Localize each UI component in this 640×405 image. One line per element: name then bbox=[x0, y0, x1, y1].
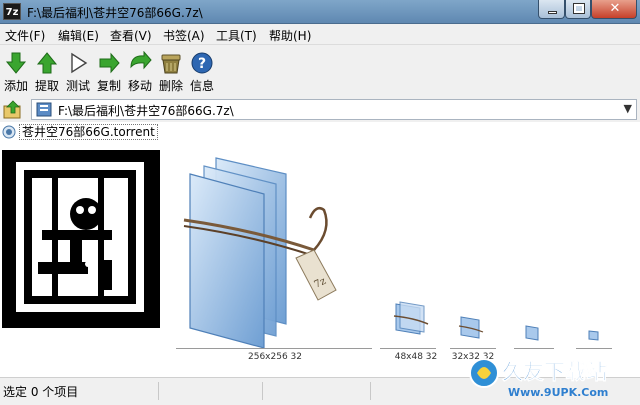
menu-tools[interactable]: 工具(T) bbox=[216, 27, 257, 44]
folder-thumb-16 bbox=[588, 330, 599, 341]
folder-thumb-24 bbox=[525, 325, 539, 341]
watermark-logo: 久友下载站 Www.9UPK.Com bbox=[469, 358, 608, 399]
size-divider bbox=[176, 348, 372, 349]
extract-icon bbox=[36, 52, 58, 74]
info-icon: ? bbox=[191, 52, 213, 74]
menu-bookmarks[interactable]: 书签(A) bbox=[163, 27, 205, 44]
copy-icon bbox=[99, 52, 120, 74]
svg-text:?: ? bbox=[198, 56, 206, 72]
chevron-down-icon[interactable]: ▼ bbox=[624, 102, 632, 115]
menu-help[interactable]: 帮助(H) bbox=[269, 27, 311, 44]
info-label: 信息 bbox=[189, 79, 214, 93]
delete-icon bbox=[161, 54, 181, 74]
size-divider bbox=[380, 348, 436, 349]
status-divider bbox=[158, 382, 159, 400]
menu-edit[interactable]: 编辑(E) bbox=[58, 27, 99, 44]
maximize-button[interactable] bbox=[565, 0, 591, 19]
archive-icon bbox=[36, 102, 52, 117]
close-button[interactable]: ✕ bbox=[591, 0, 637, 19]
address-bar: F:\最后福利\苍井空76部66G.7z\ ▼ bbox=[0, 97, 640, 122]
folder-up-icon[interactable] bbox=[3, 100, 23, 120]
close-icon: ✕ bbox=[609, 1, 621, 16]
status-divider bbox=[370, 382, 371, 400]
info-button[interactable]: ? 信息 bbox=[186, 47, 218, 95]
watermark-title: 久友下载站 bbox=[502, 360, 607, 384]
window-title: F:\最后福利\苍井空76部66G.7z\ bbox=[27, 6, 203, 20]
status-divider bbox=[262, 382, 263, 400]
minimize-icon bbox=[548, 11, 557, 14]
minimize-button[interactable] bbox=[538, 0, 565, 19]
add-icon bbox=[5, 52, 27, 74]
folder-thumb-32 bbox=[458, 316, 484, 339]
logo-preview-image bbox=[2, 150, 160, 328]
file-name: 苍井空76部66G.torrent bbox=[19, 124, 158, 140]
test-icon bbox=[71, 52, 88, 74]
app-icon: 7z bbox=[3, 3, 21, 20]
path-field[interactable]: F:\最后福利\苍井空76部66G.7z\ ▼ bbox=[31, 99, 637, 120]
status-text: 选定 0 个项目 bbox=[3, 385, 79, 399]
size-label-48: 48x48 32 bbox=[394, 352, 438, 362]
title-bar: 7z F:\最后福利\苍井空76部66G.7z\ ✕ bbox=[0, 0, 640, 24]
toolbar: 添加 提取 测试 复制 移动 删除 ? 信息 bbox=[0, 45, 640, 97]
watermark-url: Www.9UPK.Com bbox=[508, 386, 608, 399]
move-icon bbox=[130, 51, 152, 70]
menu-file[interactable]: 文件(F) bbox=[5, 27, 45, 44]
folder-thumb-48 bbox=[393, 301, 429, 335]
folder-preview-image: 7z bbox=[183, 157, 337, 349]
path-text: F:\最后福利\苍井空76部66G.7z\ bbox=[58, 104, 234, 118]
torrent-file-icon bbox=[2, 125, 16, 139]
file-list: 苍井空76部66G.torrent 7z 256x256 32 48x48 32… bbox=[0, 122, 640, 377]
menu-bar: 文件(F) 编辑(E) 查看(V) 书签(A) 工具(T) 帮助(H) bbox=[0, 24, 640, 45]
menu-view[interactable]: 查看(V) bbox=[110, 27, 152, 44]
maximize-icon bbox=[573, 3, 585, 14]
size-label-256: 256x256 32 bbox=[248, 352, 302, 362]
